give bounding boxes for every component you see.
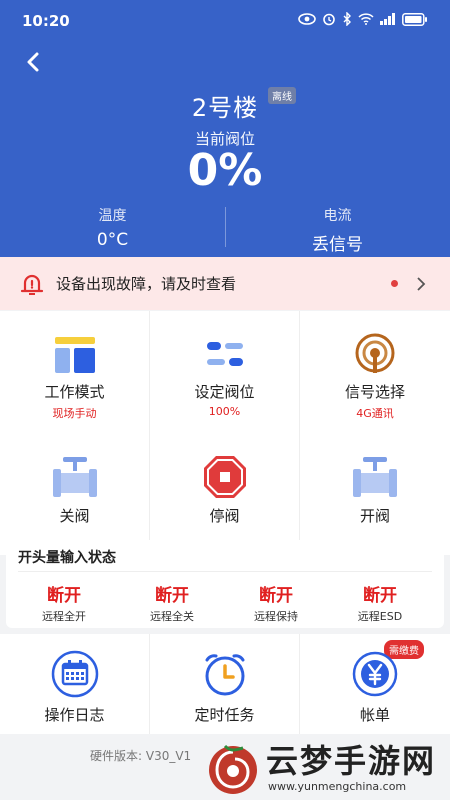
set-valve-value: 100% [208, 405, 241, 418]
yen-icon [352, 651, 398, 697]
open-valve-label: 开阀 [359, 507, 390, 525]
offline-badge: 离线 [268, 87, 296, 104]
valve-action-grid: 关阀 停阀 开阀 [0, 433, 450, 555]
device-title: 2号楼 [191, 94, 259, 122]
temperature-label: 温度 [98, 208, 127, 224]
cellular-icon [380, 13, 395, 25]
wifi-icon [358, 13, 374, 25]
back-icon[interactable] [18, 47, 48, 77]
work-mode-value: 现场手动 [52, 407, 97, 420]
signal-select-value: 4G通讯 [356, 407, 394, 420]
valve-close-icon [52, 457, 97, 497]
open-valve-button[interactable]: 开阀 [300, 433, 450, 555]
valve-position-value: 0% [187, 145, 263, 196]
input-remote-full-close: 断开 远程全关 [120, 581, 224, 624]
status-time: 10:20 [22, 12, 70, 30]
input-state: 断开 [47, 586, 81, 606]
input-name: 远程全开 [42, 610, 86, 623]
battery-icon [402, 12, 427, 26]
operation-log-button[interactable]: 操作日志 [0, 634, 150, 734]
alert-dot [391, 280, 398, 287]
divider [18, 571, 432, 572]
work-mode-button[interactable]: 工作模式 现场手动 [0, 311, 150, 433]
signal-icon [355, 333, 395, 373]
status-bar: 10:20 [0, 0, 450, 40]
input-remote-full-open: 断开 远程全开 [12, 581, 116, 624]
alarm-icon [323, 13, 335, 26]
device-title-row: 2号楼 [0, 88, 450, 123]
bill-button[interactable]: 需缴费 帐单 [300, 634, 450, 734]
current-label: 电流 [323, 208, 352, 224]
calendar-icon [51, 650, 98, 698]
hardware-version: 硬件版本: V30_V1 [90, 749, 192, 763]
watermark-logo-icon [209, 744, 257, 794]
signal-select-button[interactable]: 信号选择 4G通讯 [300, 311, 450, 433]
alarm-clock-icon [205, 654, 244, 696]
status-icons [298, 12, 428, 26]
input-name: 远程全关 [150, 610, 194, 623]
input-name: 远程保持 [254, 610, 298, 623]
input-remote-hold: 断开 远程保持 [224, 581, 328, 624]
fault-alert-bar[interactable]: 设备出现故障，请及时查看 [0, 257, 450, 310]
input-state: 断开 [155, 586, 189, 606]
set-valve-label: 设定阀位 [194, 383, 255, 401]
work-mode-label: 工作模式 [44, 383, 105, 401]
set-valve-position-button[interactable]: 设定阀位 100% [150, 311, 300, 433]
scheduled-task-button[interactable]: 定时任务 [150, 634, 300, 734]
bottom-grid: 操作日志 定时任务 需缴费 帐单 [0, 634, 450, 734]
switch-input-title: 开头量输入状态 [18, 550, 116, 566]
stop-icon [203, 456, 246, 498]
signal-select-label: 信号选择 [344, 383, 405, 401]
switch-input-status-card: 开头量输入状态 断开 远程全开 断开 远程全关 断开 远程保持 断开 远程ESD [6, 540, 444, 628]
device-header: 10:20 2号楼 离线 当前阀位 0% 温度 0°C 电流 丢信号 [0, 0, 450, 257]
chevron-right-icon [417, 276, 426, 291]
input-remote-esd: 断开 远程ESD [328, 581, 432, 624]
temperature-stat: 温度 0°C [0, 205, 225, 250]
operation-log-label: 操作日志 [44, 706, 105, 724]
current-value: 丢信号 [312, 235, 363, 255]
mode-icon [54, 337, 95, 373]
input-name: 远程ESD [357, 610, 403, 623]
close-valve-button[interactable]: 关阀 [0, 433, 150, 555]
watermark-url: www.yunmengchina.com [268, 780, 407, 793]
current-stat: 电流 丢信号 [225, 205, 450, 255]
close-valve-label: 关阀 [59, 507, 90, 525]
input-state: 断开 [259, 586, 293, 606]
slider-icon [206, 342, 243, 366]
control-grid: 工作模式 现场手动 设定阀位 100% 信号选择 4G通讯 [0, 311, 450, 434]
alert-text: 设备出现故障，请及时查看 [56, 275, 237, 293]
alarm-bell-icon [20, 274, 44, 295]
bill-label: 帐单 [359, 706, 390, 724]
valve-open-icon [353, 457, 397, 497]
input-state: 断开 [363, 586, 397, 606]
bluetooth-icon [343, 12, 351, 26]
stop-valve-label: 停阀 [209, 507, 240, 525]
watermark: 云梦手游网 www.yunmengchina.com [200, 730, 450, 800]
stop-valve-button[interactable]: 停阀 [150, 433, 300, 555]
eye-icon [298, 13, 316, 25]
temperature-value: 0°C [96, 230, 129, 250]
scheduled-task-label: 定时任务 [194, 706, 255, 724]
watermark-text: 云梦手游网 [266, 742, 437, 780]
